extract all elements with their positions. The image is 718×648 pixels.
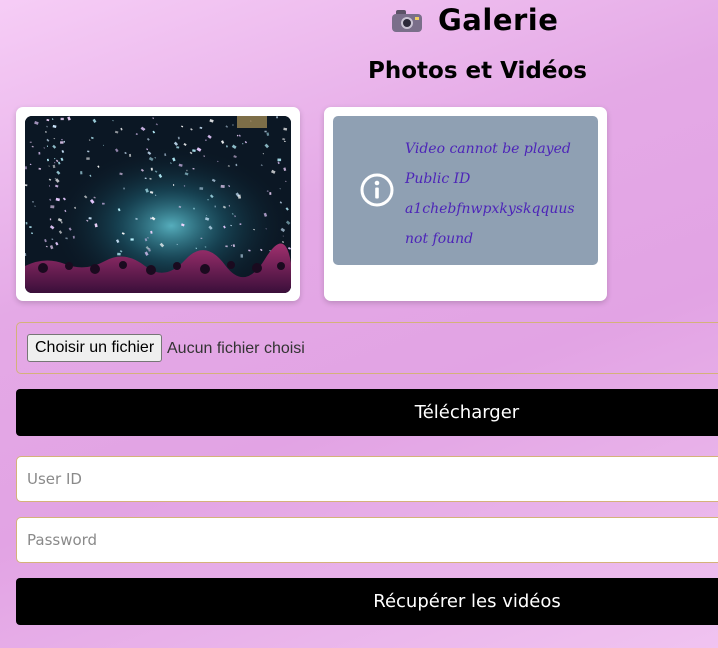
- upload-button-label: Télécharger: [414, 402, 520, 423]
- upload-button[interactable]: Télécharger: [16, 389, 718, 436]
- gallery-heading: Photos et Vidéos: [368, 58, 587, 84]
- photo-card[interactable]: [16, 107, 300, 301]
- choose-file-button[interactable]: Choisir un fichier: [27, 334, 163, 362]
- file-status-text: Aucun fichier choisi: [167, 340, 305, 357]
- page-title: Galerie: [438, 3, 559, 37]
- user-id-input[interactable]: [16, 456, 718, 502]
- retrieve-button-label: Récupérer les vidéos: [373, 591, 561, 612]
- camera-icon: [392, 8, 422, 32]
- retrieve-videos-button[interactable]: Récupérer les vidéos: [16, 578, 718, 625]
- video-error-message: Video cannot be played Public ID a1chebf…: [405, 134, 585, 254]
- error-line-2: Public ID: [405, 171, 471, 187]
- concert-photo-image: [25, 116, 291, 293]
- file-upload-field[interactable]: Choisir un fichier Aucun fichier choisi: [16, 322, 718, 374]
- password-input[interactable]: [16, 517, 718, 563]
- concert-photo[interactable]: [25, 116, 291, 293]
- info-icon: [360, 173, 394, 207]
- error-line-3: a1chebfnwpxkyskqquus: [405, 201, 575, 217]
- video-error-panel: Video cannot be played Public ID a1chebf…: [333, 116, 598, 265]
- error-line-1: Video cannot be played: [405, 141, 571, 157]
- page-header: Galerie: [392, 0, 558, 40]
- error-line-4: not found: [405, 231, 474, 247]
- video-card[interactable]: Video cannot be played Public ID a1chebf…: [324, 107, 607, 301]
